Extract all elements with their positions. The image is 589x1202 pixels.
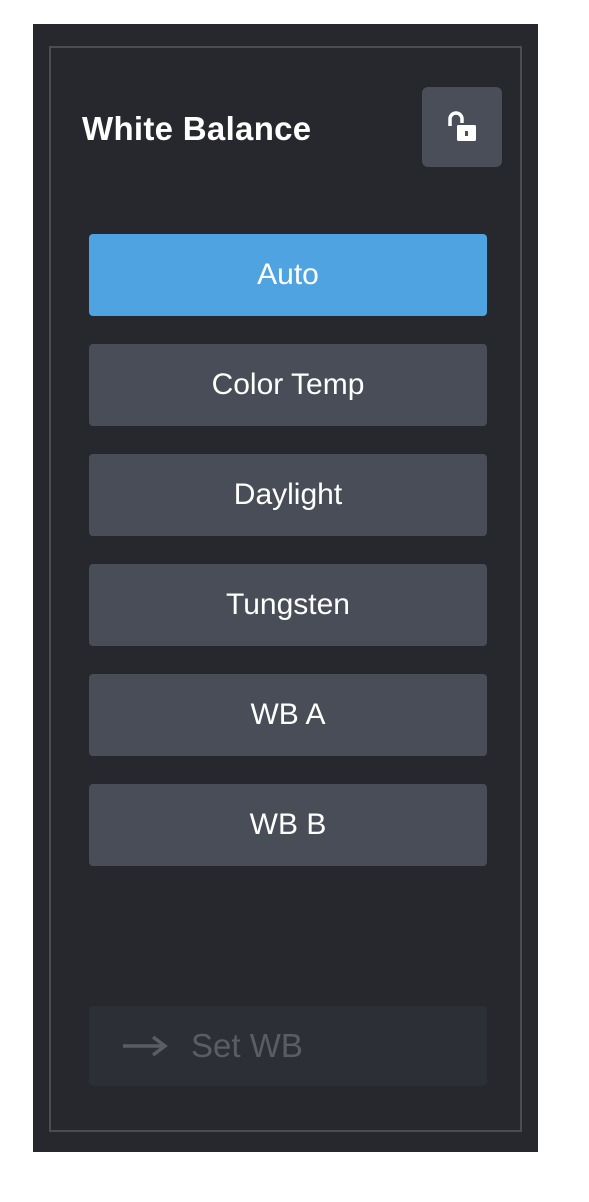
panel-title: White Balance	[82, 110, 312, 147]
wb-mode-tungsten-button[interactable]: Tungsten	[89, 564, 487, 646]
wb-mode-label: WB A	[250, 698, 326, 731]
wb-mode-label: Auto	[257, 258, 319, 291]
lock-button[interactable]	[422, 87, 502, 167]
arrow-right-icon	[123, 1034, 169, 1058]
wb-mode-label: Tungsten	[226, 588, 350, 621]
wb-mode-auto-button[interactable]: Auto	[89, 234, 487, 316]
set-wb-button[interactable]: Set WB	[89, 1006, 487, 1086]
white-balance-panel: White Balance Auto Color Temp Daylight T…	[33, 24, 538, 1152]
set-wb-label: Set WB	[191, 1027, 303, 1064]
wb-mode-label: Daylight	[233, 478, 343, 511]
wb-mode-label: Color Temp	[211, 368, 365, 401]
unlocked-padlock-icon	[448, 111, 476, 141]
wb-mode-daylight-button[interactable]: Daylight	[89, 454, 487, 536]
wb-mode-wb-a-button[interactable]: WB A	[89, 674, 487, 756]
wb-mode-label: WB B	[249, 808, 327, 841]
wb-mode-color-temp-button[interactable]: Color Temp	[89, 344, 487, 426]
wb-mode-wb-b-button[interactable]: WB B	[89, 784, 487, 866]
